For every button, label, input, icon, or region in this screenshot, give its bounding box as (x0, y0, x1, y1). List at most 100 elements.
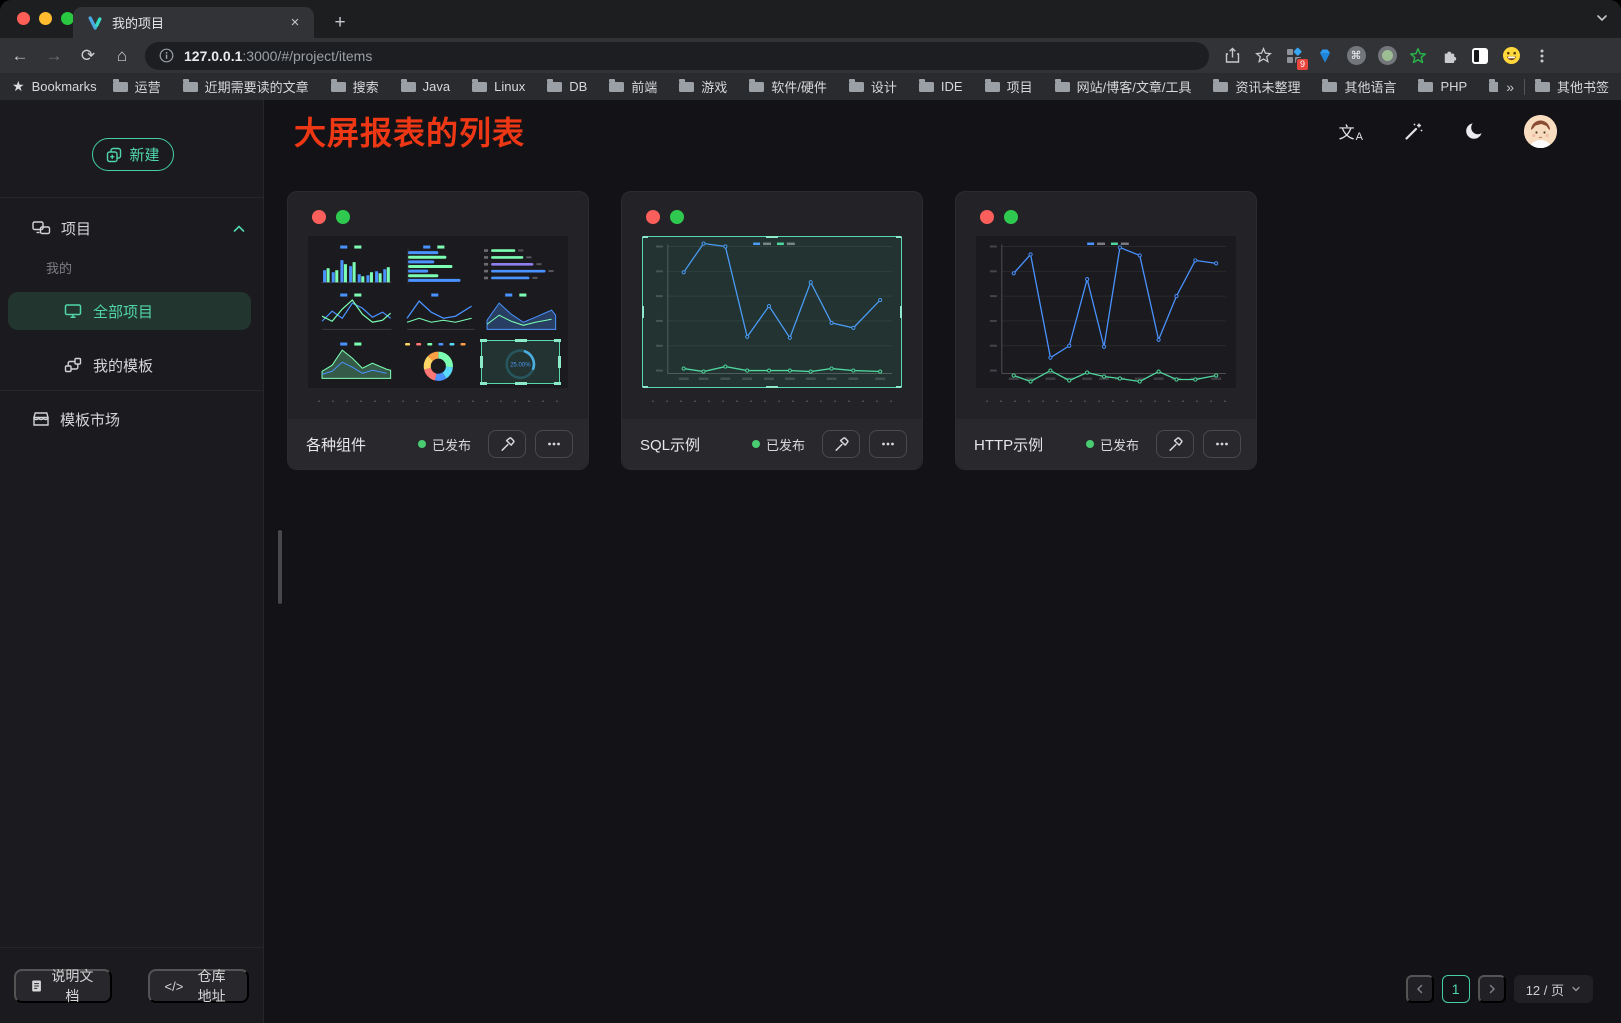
next-page-button[interactable] (1478, 975, 1506, 1003)
bookmark-item[interactable]: PHP (1418, 79, 1467, 94)
site-info-icon[interactable] (159, 48, 174, 63)
extension-grid-icon[interactable]: 9 (1281, 43, 1307, 69)
scrollbar-thumb[interactable] (278, 530, 282, 604)
current-page-button[interactable]: 1 (1442, 975, 1470, 1003)
ellipsis-icon (880, 436, 896, 452)
bookmark-item[interactable]: Java (401, 79, 450, 94)
project-card[interactable]: 25.00% 各种组件 (287, 191, 589, 470)
gem-extension-icon[interactable] (1312, 43, 1338, 69)
project-card[interactable]: HTTP示例 已发布 (955, 191, 1257, 470)
project-preview[interactable] (642, 236, 902, 388)
storefront-icon (32, 411, 50, 427)
dark-mode-moon-icon[interactable] (1464, 121, 1484, 141)
folder-icon (1055, 82, 1070, 92)
bookmark-item[interactable]: 软件/硬件 (749, 77, 827, 96)
card-footer: HTTP示例 已发布 (956, 419, 1256, 469)
repo-button[interactable]: </> 仓库地址 (148, 969, 249, 1003)
sidebar-item-template-market[interactable]: 模板市场 (0, 403, 263, 435)
bookmark-item[interactable]: 近期需要读的文章 (183, 77, 309, 96)
edit-project-button[interactable] (488, 430, 526, 458)
more-actions-button[interactable] (869, 430, 907, 458)
more-actions-button[interactable] (535, 430, 573, 458)
tab-close-icon[interactable]: × (286, 14, 304, 32)
bookmark-item[interactable]: Linux (472, 79, 525, 94)
status-label: 已发布 (766, 435, 805, 454)
mini-line-chart (399, 291, 478, 335)
edit-project-button[interactable] (1156, 430, 1194, 458)
bookmark-item[interactable]: 其他语言 (1322, 77, 1396, 96)
back-button[interactable]: ← (6, 42, 34, 70)
bookmark-item[interactable]: 项目 (985, 77, 1033, 96)
other-bookmarks[interactable]: 其他书签 (1535, 77, 1609, 96)
prev-page-button[interactable] (1406, 975, 1434, 1003)
docs-button[interactable]: 说明文档 (14, 969, 112, 1003)
folder-icon (113, 82, 128, 92)
bookmarks-overflow-chevron[interactable]: » (1506, 79, 1514, 95)
address-bar[interactable]: 127.0.0.1:3000/#/project/items (145, 42, 1209, 70)
bookmark-label: 设计 (871, 77, 897, 96)
share-icon[interactable] (1219, 43, 1245, 69)
puzzle-extensions-icon[interactable] (1436, 43, 1462, 69)
chrome-menu-icon[interactable] (1529, 43, 1555, 69)
bookmark-item[interactable]: 前端 (609, 77, 657, 96)
bookmark-item[interactable]: 搜索 (331, 77, 379, 96)
close-window-button[interactable] (17, 12, 30, 25)
bookmark-label: 运营 (135, 77, 161, 96)
browser-tab[interactable]: 我的项目 × (73, 7, 314, 38)
forward-button[interactable]: → (40, 42, 68, 70)
project-card[interactable]: SQL示例 已发布 (621, 191, 923, 470)
browser-window: 我的项目 × + ← → ⟳ ⌂ 127.0.0.1:3000/#/projec… (0, 0, 1621, 1023)
command-extension-icon[interactable]: ⌘ (1343, 43, 1369, 69)
page-size-select[interactable]: 12 / 页 (1514, 975, 1593, 1003)
published-dot (418, 440, 426, 448)
sidebar-section-project[interactable]: 项目 (0, 212, 263, 244)
split-square-extension-icon[interactable] (1467, 43, 1493, 69)
project-preview[interactable]: 25.00% (308, 236, 568, 388)
bookmark-item[interactable]: IDE (919, 79, 963, 94)
sidebar-item-all-projects[interactable]: 全部项目 (8, 292, 251, 330)
chevron-up-icon[interactable] (233, 220, 245, 237)
language-icon[interactable]: 文A (1339, 119, 1363, 143)
magic-wand-icon[interactable] (1403, 121, 1424, 142)
mini-gauge-chart[interactable]: 25.00% (481, 340, 560, 384)
sidebar-item-my-templates[interactable]: 我的模板 (8, 348, 251, 382)
new-project-button[interactable]: 新建 (92, 138, 174, 171)
project-preview[interactable] (976, 236, 1236, 388)
page-header: 大屏报表的列表 文A (264, 100, 1621, 162)
dot-extension-icon[interactable] (1374, 43, 1400, 69)
bookmark-item[interactable]: 设计 (849, 77, 897, 96)
bookmark-label: 搜索 (353, 77, 379, 96)
bookmark-item[interactable]: 文件服务器 (1489, 77, 1498, 96)
bookmark-item[interactable]: 运营 (113, 77, 161, 96)
dotted-separator (644, 399, 900, 402)
card-dots (980, 210, 1018, 224)
card-red-dot (312, 210, 326, 224)
tab-search-chevron-icon[interactable] (1595, 11, 1609, 30)
bookmark-item[interactable]: 网站/博客/文章/工具 (1055, 77, 1192, 96)
status-badge: 已发布 (752, 435, 805, 454)
published-dot (752, 440, 760, 448)
emoji-extension-icon[interactable] (1498, 43, 1524, 69)
sidebar-divider (0, 390, 263, 391)
mini-capsule-chart (481, 243, 560, 287)
card-dots (646, 210, 684, 224)
traffic-lights (17, 12, 74, 25)
bookmark-item[interactable]: 游戏 (679, 77, 727, 96)
more-actions-button[interactable] (1203, 430, 1241, 458)
user-avatar[interactable] (1524, 115, 1557, 148)
star-extension-icon[interactable] (1405, 43, 1431, 69)
folder-icon (183, 82, 198, 92)
minimize-window-button[interactable] (39, 12, 52, 25)
bookmark-item[interactable]: 资讯未整理 (1213, 77, 1300, 96)
bookmarks-label[interactable]: Bookmarks (32, 79, 97, 94)
bookmark-item[interactable]: DB (547, 79, 587, 94)
edit-project-button[interactable] (822, 430, 860, 458)
bookmark-label: DB (569, 79, 587, 94)
bookmark-star-icon[interactable] (1250, 43, 1276, 69)
bookmark-label: IDE (941, 79, 963, 94)
home-button[interactable]: ⌂ (108, 42, 136, 70)
new-tab-button[interactable]: + (327, 10, 353, 36)
project-title: 各种组件 (306, 434, 366, 455)
bookmarks-star-icon[interactable]: ★ (12, 78, 25, 95)
reload-button[interactable]: ⟳ (74, 42, 102, 70)
